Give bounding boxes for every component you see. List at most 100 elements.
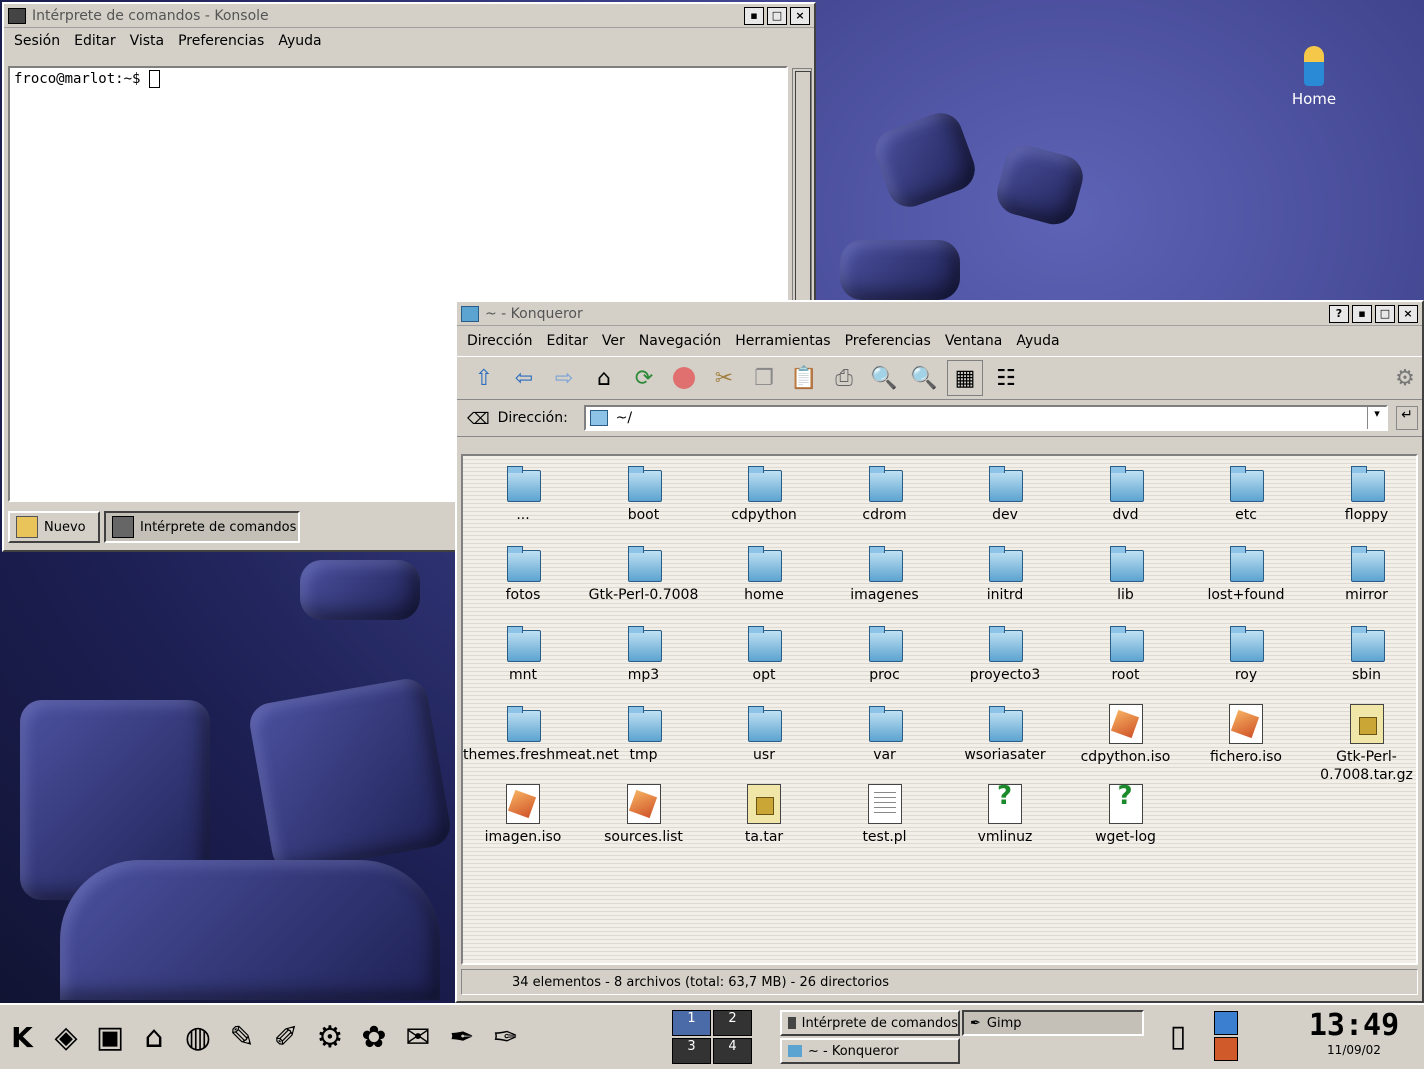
menu-go[interactable]: Navegación bbox=[639, 333, 721, 349]
forward-button[interactable]: ⇨ bbox=[547, 361, 581, 395]
file-item[interactable]: wget-log bbox=[1066, 784, 1186, 846]
minimize-button[interactable]: ▪ bbox=[1352, 304, 1372, 323]
file-item[interactable]: dvd bbox=[1066, 464, 1186, 524]
task-konsole[interactable]: Intérprete de comandos bbox=[780, 1010, 960, 1036]
minimize-button[interactable]: ▪ bbox=[744, 6, 764, 25]
file-item[interactable]: ta.tar bbox=[704, 784, 824, 846]
file-item[interactable]: cdrom bbox=[825, 464, 945, 524]
menu-help[interactable]: Ayuda bbox=[278, 33, 321, 49]
menu-tools[interactable]: Herramientas bbox=[735, 333, 830, 349]
file-item[interactable]: ... bbox=[463, 464, 583, 524]
file-item[interactable]: home bbox=[704, 544, 824, 604]
menu-view[interactable]: Ver bbox=[602, 333, 625, 349]
print-button[interactable]: ⎙ bbox=[827, 361, 861, 395]
location-dropdown[interactable]: ▾ bbox=[1367, 407, 1386, 429]
file-item[interactable]: cdpython bbox=[704, 464, 824, 524]
task-konqueror[interactable]: ~ - Konqueror bbox=[780, 1038, 960, 1064]
home-button[interactable]: ⌂ bbox=[587, 361, 621, 395]
file-item[interactable]: proc bbox=[825, 624, 945, 684]
file-item[interactable]: Gtk-Perl-0.7008.tar.gz bbox=[1307, 704, 1417, 784]
file-item[interactable]: fichero.iso bbox=[1186, 704, 1306, 766]
konqueror-titlebar[interactable]: ~ - Konqueror ? ▪ □ × bbox=[457, 302, 1422, 326]
file-item[interactable]: cdpython.iso bbox=[1066, 704, 1186, 766]
file-item[interactable]: lost+found bbox=[1186, 544, 1306, 604]
back-button[interactable]: ⇦ bbox=[507, 361, 541, 395]
pager-desktop-2[interactable]: 2 bbox=[713, 1010, 752, 1036]
konqueror-window[interactable]: ~ - Konqueror ? ▪ □ × Dirección Editar V… bbox=[455, 300, 1424, 1003]
file-item[interactable]: wsoriasater bbox=[945, 704, 1065, 764]
konsole-titlebar[interactable]: Intérprete de comandos - Konsole ▪ □ × bbox=[4, 4, 814, 28]
new-session-button[interactable]: Nuevo bbox=[8, 511, 100, 543]
maximize-button[interactable]: □ bbox=[767, 6, 787, 25]
file-item[interactable]: lib bbox=[1066, 544, 1186, 604]
cut-button[interactable]: ✂ bbox=[707, 361, 741, 395]
file-item[interactable]: imagen.iso bbox=[463, 784, 583, 846]
pager-desktop-1[interactable]: 1 bbox=[672, 1010, 711, 1036]
show-desktop-button[interactable]: ◈ bbox=[44, 1012, 88, 1062]
file-item[interactable]: etc bbox=[1186, 464, 1306, 524]
file-item[interactable]: boot bbox=[584, 464, 704, 524]
file-item[interactable]: fotos bbox=[463, 544, 583, 604]
task-gimp[interactable]: ✒ Gimp bbox=[962, 1010, 1144, 1036]
icon-view-button[interactable]: ▦ bbox=[947, 360, 983, 396]
file-item[interactable]: usr bbox=[704, 704, 824, 764]
tray-icon-2[interactable] bbox=[1214, 1037, 1238, 1061]
file-item[interactable]: mp3 bbox=[584, 624, 704, 684]
location-input[interactable]: ~/ ▾ bbox=[583, 405, 1388, 431]
file-item[interactable]: vmlinuz bbox=[945, 784, 1065, 846]
clipboard-applet[interactable]: ▯ bbox=[1156, 1011, 1200, 1061]
file-view[interactable]: ... boot cdpython cdrom dev dvd etc floppy fotos… bbox=[461, 454, 1418, 965]
close-button[interactable]: × bbox=[790, 6, 810, 25]
menu-help[interactable]: Ayuda bbox=[1016, 333, 1059, 349]
pager-desktop-4[interactable]: 4 bbox=[713, 1038, 752, 1064]
session-tab[interactable]: Intérprete de comandos bbox=[104, 511, 300, 543]
games-launcher[interactable]: ✿ bbox=[352, 1012, 396, 1062]
home-launcher[interactable]: ⌂ bbox=[132, 1012, 176, 1062]
menu-settings[interactable]: Preferencias bbox=[178, 33, 264, 49]
close-button[interactable]: × bbox=[1398, 304, 1418, 323]
file-item[interactable]: mirror bbox=[1307, 544, 1417, 604]
go-button[interactable]: ↵ bbox=[1396, 406, 1418, 430]
file-item[interactable]: dev bbox=[945, 464, 1065, 524]
stop-button[interactable] bbox=[667, 361, 701, 395]
menu-edit[interactable]: Editar bbox=[74, 33, 115, 49]
menu-edit[interactable]: Editar bbox=[546, 333, 587, 349]
desktop-home[interactable]: Home bbox=[1282, 46, 1346, 108]
file-item[interactable]: test.pl bbox=[825, 784, 945, 846]
zoom-out-button[interactable]: 🔍 bbox=[907, 361, 941, 395]
browser-launcher[interactable]: ◍ bbox=[176, 1012, 220, 1062]
file-item[interactable]: opt bbox=[704, 624, 824, 684]
office-launcher[interactable]: ✉ bbox=[396, 1012, 440, 1062]
file-item[interactable]: Gtk-Perl-0.7008 bbox=[584, 544, 704, 604]
menu-settings[interactable]: Preferencias bbox=[845, 333, 931, 349]
maximize-button[interactable]: □ bbox=[1375, 304, 1395, 323]
menu-window[interactable]: Ventana bbox=[945, 333, 1003, 349]
menu-session[interactable]: Sesión bbox=[14, 33, 60, 49]
reload-button[interactable]: ⟳ bbox=[627, 361, 661, 395]
file-item[interactable]: proyecto3 bbox=[945, 624, 1065, 684]
file-item[interactable]: var bbox=[825, 704, 945, 764]
file-item[interactable]: sbin bbox=[1307, 624, 1417, 684]
file-item[interactable]: imagenes bbox=[825, 544, 945, 604]
paste-button[interactable]: 📋 bbox=[787, 361, 821, 395]
settings-launcher[interactable]: ⚙ bbox=[308, 1012, 352, 1062]
throbber-button[interactable]: ⚙ bbox=[1388, 361, 1422, 395]
utility-launcher[interactable]: ✑ bbox=[484, 1012, 528, 1062]
copy-button[interactable]: ❐ bbox=[747, 361, 781, 395]
file-item[interactable]: floppy bbox=[1307, 464, 1417, 524]
terminal-launcher[interactable]: ▣ bbox=[88, 1012, 132, 1062]
file-item[interactable]: root bbox=[1066, 624, 1186, 684]
editor-launcher[interactable]: ✎ bbox=[220, 1012, 264, 1062]
zoom-in-button[interactable]: 🔍 bbox=[867, 361, 901, 395]
list-view-button[interactable]: ☷ bbox=[989, 361, 1023, 395]
file-item[interactable]: roy bbox=[1186, 624, 1306, 684]
pager-desktop-3[interactable]: 3 bbox=[672, 1038, 711, 1064]
tray-icon-1[interactable] bbox=[1214, 1011, 1238, 1035]
graphics-launcher[interactable]: ✐ bbox=[264, 1012, 308, 1062]
menu-view[interactable]: Vista bbox=[130, 33, 165, 49]
file-item[interactable]: mnt bbox=[463, 624, 583, 684]
file-item[interactable]: themes.freshmeat.net bbox=[463, 704, 619, 764]
menu-location[interactable]: Dirección bbox=[467, 333, 532, 349]
gimp-launcher[interactable]: ✒ bbox=[440, 1012, 484, 1062]
file-item[interactable]: tmp bbox=[584, 704, 704, 764]
